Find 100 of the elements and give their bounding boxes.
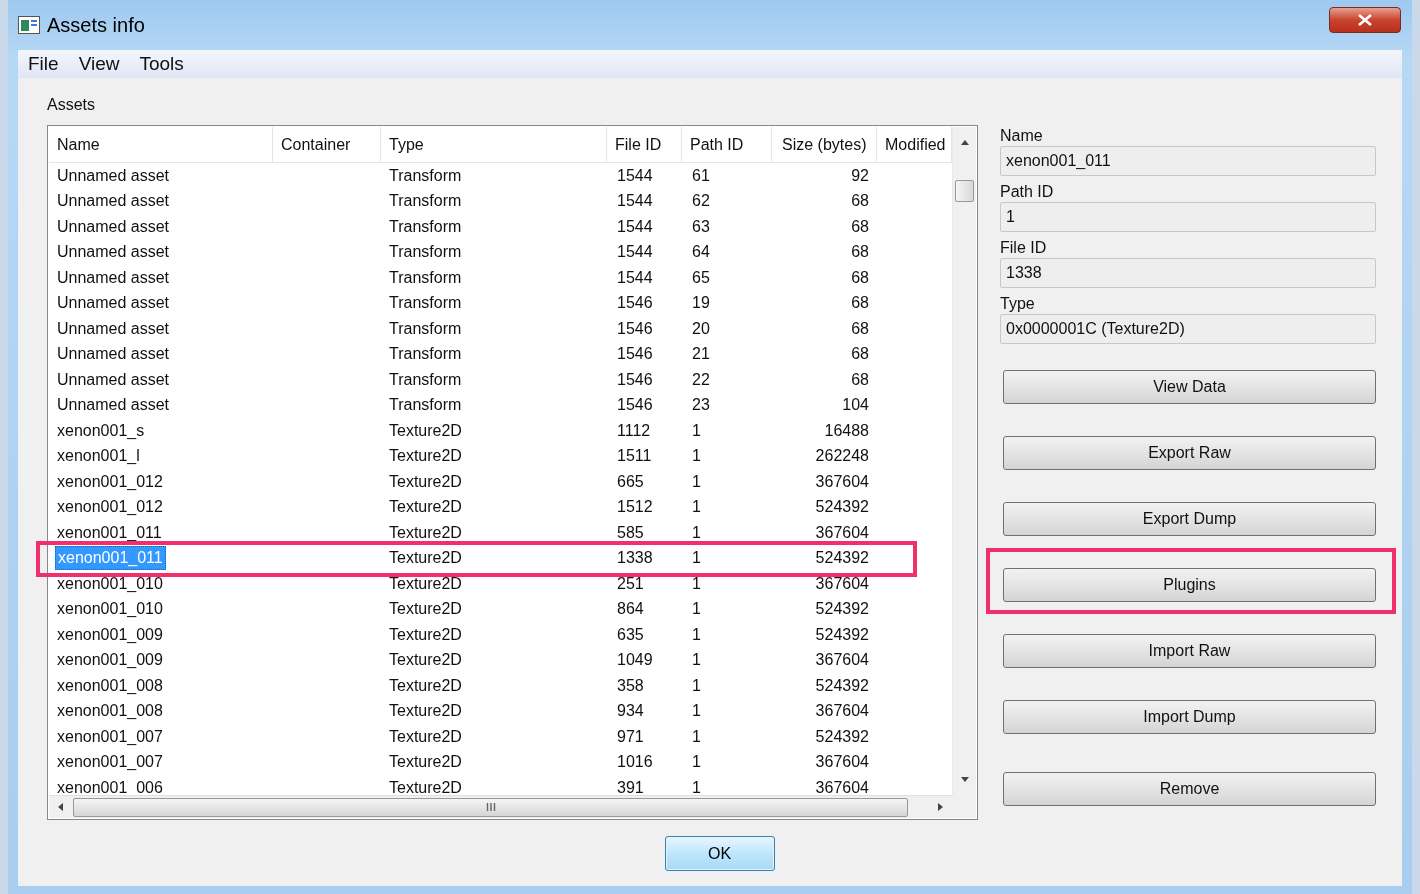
table-cell: Transform — [389, 396, 462, 415]
table-cell[interactable]: xenon001_s — [57, 419, 147, 442]
table-cell: 1338 — [617, 549, 653, 568]
table-cell[interactable]: xenon001_007 — [57, 725, 165, 748]
table-cell: Texture2D — [389, 778, 462, 795]
table-cell: Texture2D — [389, 600, 462, 619]
table-cell: 524392 — [815, 676, 869, 695]
menu-item[interactable]: File — [28, 53, 59, 75]
table-cell[interactable]: xenon001_009 — [57, 649, 165, 672]
action-button[interactable]: Plugins — [1003, 568, 1376, 602]
vertical-scrollbar[interactable] — [952, 127, 976, 795]
table-cell[interactable]: Unnamed asset — [57, 164, 172, 187]
table-cell: Texture2D — [389, 753, 462, 772]
table-cell[interactable]: Unnamed asset — [57, 292, 172, 315]
table-cell[interactable]: Unnamed asset — [57, 394, 172, 417]
table-cell[interactable]: xenon001_010 — [57, 598, 165, 621]
input-field[interactable]: xenon001_011 — [1000, 146, 1376, 176]
table-cell: 68 — [851, 217, 869, 236]
field-label: File ID — [1000, 238, 1048, 258]
table-cell[interactable]: xenon001_012 — [57, 470, 165, 493]
input-field[interactable]: 1338 — [1000, 258, 1376, 288]
action-button[interactable]: View Data — [1003, 370, 1376, 404]
table-cell[interactable]: Unnamed asset — [57, 190, 172, 213]
table-cell: 1 — [692, 778, 701, 795]
column-header[interactable]: Size (bytes) — [772, 127, 877, 162]
column-header[interactable]: Name — [49, 127, 273, 162]
table-cell: 1 — [692, 753, 701, 772]
table-cell: 20 — [692, 319, 710, 338]
table-cell: 68 — [851, 294, 869, 313]
table-cell: 1 — [692, 574, 701, 593]
table-cell[interactable]: xenon001_009 — [57, 623, 165, 646]
table-cell: 16488 — [824, 421, 869, 440]
column-header[interactable]: File ID — [607, 127, 682, 162]
scroll-up-icon[interactable] — [960, 139, 970, 145]
action-button[interactable]: Remove — [1003, 772, 1376, 806]
table-cell: Texture2D — [389, 702, 462, 721]
menu-item[interactable]: View — [78, 53, 120, 75]
table-cell: 68 — [851, 243, 869, 262]
table-cell: Transform — [389, 268, 462, 287]
table-cell: 262248 — [815, 447, 869, 466]
table-cell: Transform — [389, 345, 462, 364]
table-cell: Texture2D — [389, 421, 462, 440]
scroll-right-icon[interactable] — [938, 802, 944, 812]
column-header[interactable]: Type — [381, 127, 607, 162]
table-cell: 585 — [617, 523, 644, 542]
input-field[interactable]: 0x0000001C (Texture2D) — [1000, 314, 1376, 344]
table-cell[interactable]: Unnamed asset — [57, 317, 172, 340]
input-field[interactable]: 1 — [1000, 202, 1376, 232]
table-cell: 63 — [692, 217, 710, 236]
column-header[interactable]: Container — [273, 127, 381, 162]
action-button[interactable]: Export Raw — [1003, 436, 1376, 470]
table-cell[interactable]: xenon001_006 — [57, 776, 165, 795]
table-cell[interactable]: Unnamed asset — [57, 266, 172, 289]
scroll-down-icon[interactable] — [960, 777, 970, 783]
table-cell: 1544 — [617, 268, 653, 287]
scroll-thumb[interactable] — [73, 797, 908, 817]
table-cell: 1546 — [617, 370, 653, 389]
action-button[interactable]: Export Dump — [1003, 502, 1376, 536]
table-cell[interactable]: xenon001_010 — [57, 572, 165, 595]
table-cell: 367604 — [815, 523, 869, 542]
table-cell: 1 — [692, 625, 701, 644]
table-cell: 524392 — [815, 600, 869, 619]
action-button[interactable]: Import Raw — [1003, 634, 1376, 668]
table-cell[interactable]: Unnamed asset — [57, 368, 172, 391]
table-cell: 1 — [692, 421, 701, 440]
scroll-thumb[interactable] — [955, 180, 974, 202]
table-cell: 68 — [851, 370, 869, 389]
table-cell: 1512 — [617, 498, 653, 517]
table-cell[interactable]: xenon001_011 — [57, 521, 164, 544]
table-cell: 524392 — [815, 625, 869, 644]
table-cell: Texture2D — [389, 472, 462, 491]
table-cell: 1 — [692, 472, 701, 491]
table-cell: 1016 — [617, 753, 653, 772]
table-cell: Transform — [389, 217, 462, 236]
table-cell[interactable]: Unnamed asset — [57, 215, 172, 238]
close-button[interactable] — [1329, 7, 1401, 33]
table-cell[interactable]: xenon001_007 — [57, 751, 165, 774]
scroll-left-icon[interactable] — [57, 802, 63, 812]
table-cell: 1511 — [617, 447, 652, 466]
table-cell[interactable]: Unnamed asset — [57, 241, 172, 264]
table-cell[interactable]: xenon001_l — [57, 445, 142, 468]
section-label: Assets — [47, 95, 96, 115]
table-cell: 1 — [692, 498, 701, 517]
table-cell: 367604 — [815, 753, 869, 772]
table-cell: Transform — [389, 192, 462, 211]
table-cell: 367604 — [815, 778, 869, 795]
table-cell[interactable]: xenon001_008 — [57, 674, 165, 697]
table-cell: 665 — [617, 472, 644, 491]
table-cell[interactable]: xenon001_012 — [57, 496, 165, 519]
ok-button[interactable]: OK — [664, 836, 775, 871]
action-button[interactable]: Import Dump — [1003, 700, 1376, 734]
table-cell[interactable]: xenon001_008 — [57, 700, 165, 723]
field-label: Path ID — [1000, 182, 1055, 202]
column-header[interactable]: Path ID — [682, 127, 772, 162]
table-cell: 64 — [692, 243, 710, 262]
menu-item[interactable]: Tools — [139, 53, 184, 75]
field-label: Type — [1000, 294, 1036, 314]
table-cell: 1 — [692, 447, 701, 466]
table-cell[interactable]: Unnamed asset — [57, 343, 172, 366]
horizontal-scrollbar[interactable] — [49, 795, 952, 818]
